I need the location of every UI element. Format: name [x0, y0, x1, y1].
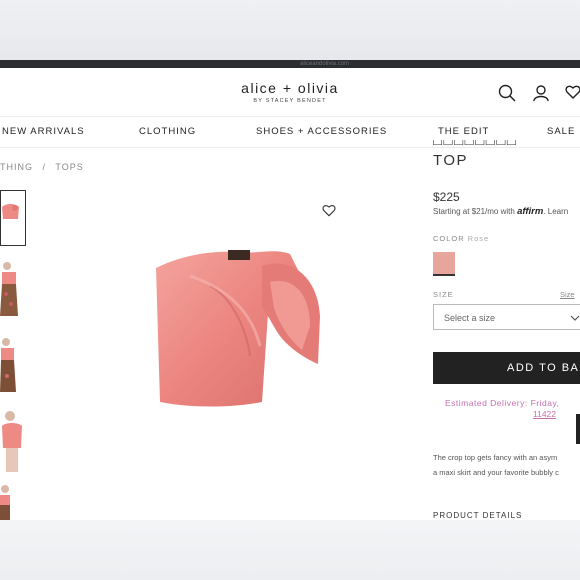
product-main-image[interactable]	[150, 246, 328, 413]
chat-tab[interactable]	[576, 414, 580, 444]
wishlist-heart-icon[interactable]	[322, 204, 336, 222]
affirm-financing[interactable]: Starting at $21/mo with affirm. Learn	[433, 206, 568, 217]
thumbnail-2[interactable]	[0, 260, 22, 318]
nav-item-clothing[interactable]: CLOTHING	[139, 126, 196, 137]
color-label: COLOR Rose	[433, 234, 489, 243]
delivery-zip-link[interactable]: 11422	[533, 409, 556, 419]
browser-address-strip: aliceandolivia.com	[0, 60, 580, 68]
monitor-bezel-top	[0, 0, 580, 60]
product-description: The crop top gets fancy with an asym a m…	[433, 450, 580, 480]
affirm-learn-more[interactable]: . Learn	[543, 207, 568, 216]
account-icon[interactable]	[532, 84, 550, 107]
color-swatch-rose[interactable]	[433, 252, 455, 276]
add-to-bag-button[interactable]: ADD TO BA	[433, 352, 580, 384]
product-title: TOP	[433, 152, 469, 169]
nav-item-sale[interactable]: SALE	[547, 126, 575, 137]
description-line: a maxi skirt and your favorite bubbly c	[433, 468, 559, 477]
thumbnail-5[interactable]	[0, 484, 22, 520]
product-price: $225	[433, 190, 460, 204]
browser-viewport: alice + olivia BY STACEY BENDET NEW ARRI…	[0, 68, 580, 520]
product-title-overflow: □□□□□□□□	[433, 140, 518, 149]
thumbnail-1[interactable]	[0, 190, 26, 246]
breadcrumb-parent[interactable]: THING	[0, 162, 33, 172]
estimated-delivery: Estimated Delivery: Friday,	[445, 398, 560, 408]
breadcrumb: THING / TOPS	[0, 162, 84, 172]
brand-logo[interactable]: alice + olivia BY STACEY BENDET	[0, 80, 580, 104]
size-label: SIZE	[433, 290, 454, 299]
thumbnail-3[interactable]	[0, 336, 22, 394]
breadcrumb-current[interactable]: TOPS	[55, 162, 83, 172]
heart-icon[interactable]	[565, 84, 580, 105]
breadcrumb-separator: /	[42, 162, 47, 172]
monitor-bezel-bottom	[0, 520, 580, 580]
nav-item-new-arrivals[interactable]: NEW ARRIVALS	[2, 126, 85, 137]
add-to-bag-label: ADD TO BA	[507, 362, 580, 374]
product-details-heading[interactable]: PRODUCT DETAILS	[433, 511, 522, 520]
brand-name: alice + olivia	[241, 80, 339, 96]
description-line: The crop top gets fancy with an asym	[433, 453, 558, 462]
color-value: Rose	[467, 234, 490, 243]
size-select[interactable]: Select a size	[433, 304, 580, 330]
search-icon[interactable]	[498, 84, 516, 107]
nav-item-the-edit[interactable]: THE EDIT	[438, 126, 489, 137]
affirm-prefix: Starting at $21/mo with	[433, 207, 515, 216]
size-guide-link[interactable]: Size	[560, 290, 575, 299]
affirm-logo: affirm	[517, 206, 544, 217]
color-label-text: COLOR	[433, 234, 465, 243]
size-select-placeholder: Select a size	[444, 313, 496, 323]
thumbnail-4[interactable]	[0, 408, 22, 472]
url-text: aliceandolivia.com	[300, 61, 350, 67]
brand-subtitle: BY STACEY BENDET	[253, 98, 327, 104]
chevron-down-icon	[570, 315, 580, 321]
nav-item-shoes-accessories[interactable]: SHOES + ACCESSORIES	[256, 126, 387, 137]
